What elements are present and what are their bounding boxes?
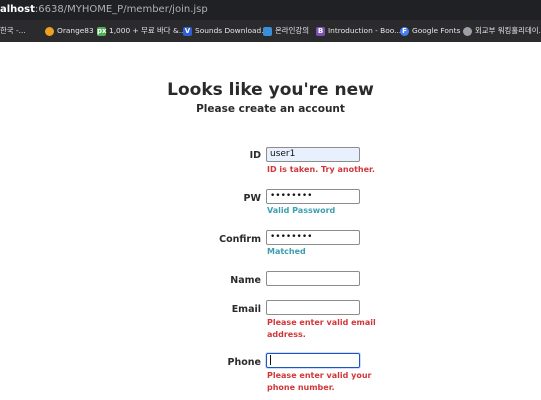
- page-subtitle: Please create an account: [196, 103, 345, 115]
- globe-icon: [463, 26, 472, 36]
- google-fonts-icon: F: [400, 26, 409, 36]
- bookmark-item[interactable]: B Introduction - Boo...: [316, 20, 401, 42]
- page-title: Looks like you're new: [167, 80, 374, 100]
- email-error-line-1: Please enter valid email: [267, 318, 376, 327]
- orange-circle-icon: [45, 26, 54, 36]
- phone-error-line-1: Please enter valid your: [267, 371, 372, 380]
- bookmark-item[interactable]: 온라인강의: [263, 20, 309, 42]
- bookmark-item[interactable]: px 1,000 + 무료 바다 &...: [97, 20, 186, 42]
- email-error-line-2: address.: [267, 330, 306, 339]
- confirm-match-message: Matched: [267, 247, 306, 256]
- text-caret: [270, 354, 271, 365]
- bookmark-label: 외교부 워킹홀리데이...: [475, 26, 541, 35]
- id-error-message: ID is taken. Try another.: [267, 165, 375, 174]
- phone-input[interactable]: [266, 353, 360, 368]
- lecture-icon: [263, 26, 272, 36]
- bootstrap-icon: B: [316, 26, 325, 36]
- v-logo-icon: V: [183, 26, 192, 36]
- name-label: Name: [230, 275, 261, 286]
- bookmark-label: 한국 -...: [0, 26, 26, 35]
- phone-label: Phone: [227, 357, 261, 368]
- bookmark-label: Google Fonts: [412, 26, 461, 35]
- password-input[interactable]: ••••••••: [266, 189, 360, 204]
- id-input[interactable]: user1: [266, 147, 360, 162]
- url-path: :6638/MYHOME_P/member/join.jsp: [34, 4, 208, 15]
- bookmark-label: Introduction - Boo...: [328, 26, 402, 35]
- confirm-password-input[interactable]: ••••••••: [266, 230, 360, 245]
- password-valid-message: Valid Password: [267, 206, 336, 215]
- phone-error-line-2: phone number.: [267, 383, 335, 392]
- phone-error-message: Please enter valid your phone number.: [267, 370, 371, 394]
- bookmark-item[interactable]: Orange83: [45, 20, 94, 42]
- email-error-message: Please enter valid email address.: [267, 317, 376, 341]
- bookmark-item[interactable]: 한국 -...: [0, 20, 26, 42]
- email-label: Email: [231, 304, 261, 315]
- confirm-label: Confirm: [219, 234, 261, 245]
- bookmark-label: 1,000 + 무료 바다 &...: [109, 26, 186, 35]
- bookmark-item[interactable]: 외교부 워킹홀리데이...: [463, 20, 541, 42]
- bookmark-label: Orange83: [57, 26, 94, 35]
- email-input[interactable]: [266, 300, 360, 315]
- bookmark-item[interactable]: V Sounds Download...: [183, 20, 268, 42]
- bookmark-item[interactable]: F Google Fonts: [400, 20, 460, 42]
- id-label: ID: [249, 150, 261, 161]
- px-logo-icon: px: [97, 26, 107, 36]
- bookmarks-bar: 한국 -... Orange83 px 1,000 + 무료 바다 &... V…: [0, 20, 541, 42]
- address-bar[interactable]: alhost:6638/MYHOME_P/member/join.jsp: [0, 0, 541, 20]
- url-host: alhost: [0, 4, 35, 15]
- name-input[interactable]: [266, 271, 360, 286]
- bookmark-label: Sounds Download...: [195, 26, 269, 35]
- bookmark-label: 온라인강의: [275, 26, 309, 35]
- pw-label: PW: [243, 193, 261, 204]
